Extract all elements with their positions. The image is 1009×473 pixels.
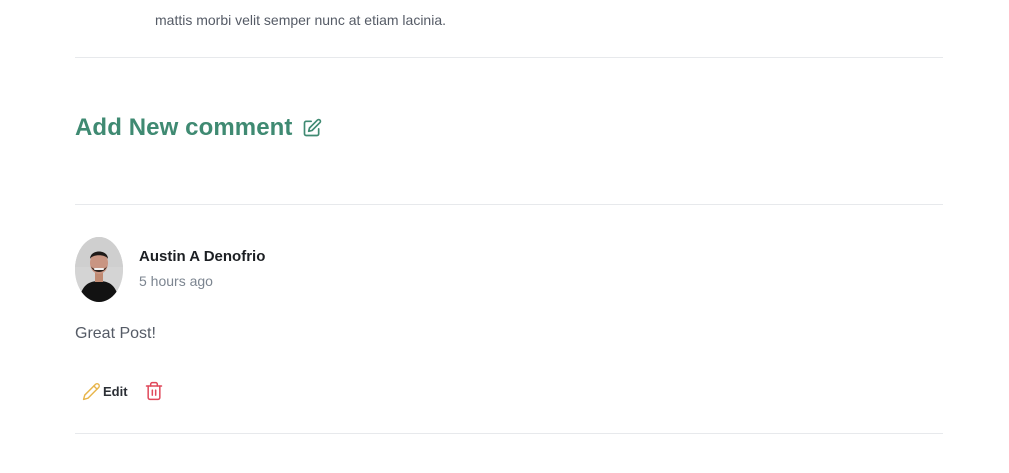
edit-comment-button[interactable]: Edit: [82, 382, 128, 401]
page: mattis morbi velit semper nunc at etiam …: [0, 0, 1009, 473]
previous-post-line: mattis morbi velit semper nunc at etiam …: [155, 12, 446, 28]
trash-icon: [145, 381, 162, 401]
edit-square-icon: [302, 118, 322, 138]
divider: [75, 433, 943, 434]
comment-author: Austin A Denofrio: [139, 248, 266, 265]
previous-post-text: mattis morbi velit semper nunc at etiam …: [155, 0, 446, 32]
avatar: [75, 237, 123, 302]
delete-comment-button[interactable]: [144, 381, 164, 401]
divider: [75, 57, 943, 58]
edit-label: Edit: [103, 383, 128, 399]
add-comment-title: Add New comment: [75, 114, 293, 141]
comment-actions: Edit: [82, 381, 164, 401]
comment-timestamp: 5 hours ago: [139, 273, 213, 289]
pencil-icon: [82, 382, 101, 401]
add-new-comment-button[interactable]: Add New comment: [75, 114, 322, 142]
previous-post-line-partial: [155, 0, 446, 9]
comment-body: Great Post!: [75, 325, 156, 342]
divider: [75, 204, 943, 205]
